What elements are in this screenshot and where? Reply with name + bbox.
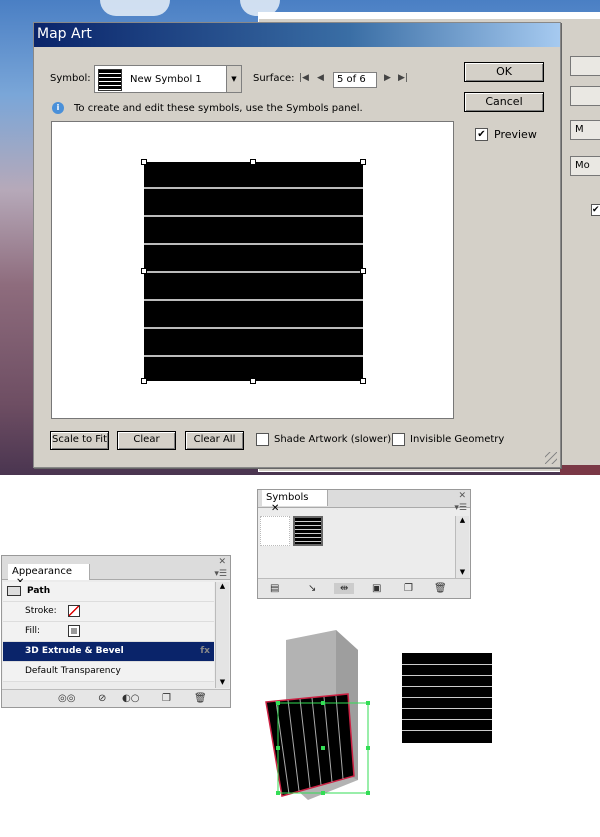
trash-icon[interactable]: 🗑 — [194, 693, 207, 704]
dialog-title: Map Art — [34, 23, 560, 47]
symbol-swatch[interactable] — [260, 516, 290, 546]
bbox-handle[interactable] — [141, 268, 147, 274]
background-button[interactable] — [570, 56, 600, 76]
preview-checkbox[interactable]: ✔ — [475, 128, 488, 141]
extruded-3d-object — [265, 630, 370, 800]
symbol-options-icon[interactable]: ▣ — [372, 583, 381, 594]
panel-menu-icon[interactable]: ▾☰ — [214, 569, 227, 579]
symbol-artwork — [402, 653, 492, 743]
close-icon[interactable]: ✕ — [271, 503, 279, 514]
clear-appearance-icon[interactable]: ⊘ — [98, 693, 106, 704]
invisible-geometry-label: Invisible Geometry — [410, 434, 505, 445]
symbol-libraries-icon[interactable]: ▤ — [270, 583, 279, 594]
first-surface-icon[interactable]: |◀ — [299, 73, 309, 83]
panel-menu-icon[interactable]: ▾☰ — [454, 503, 467, 513]
info-icon: i — [52, 102, 64, 114]
appearance-row-3d-extrude[interactable]: 3D Extrude & Bevel fx — [3, 642, 214, 662]
scrollbar[interactable]: ▲ ▼ — [455, 516, 469, 578]
info-text: To create and edit these symbols, use th… — [74, 103, 363, 114]
bbox-handle[interactable] — [360, 378, 366, 384]
bbox-handle[interactable] — [250, 378, 256, 384]
background-checkbox[interactable]: ✔ — [591, 204, 600, 216]
symbol-dropdown[interactable]: New Symbol 1 — [94, 65, 242, 93]
stroke-swatch[interactable] — [68, 605, 80, 617]
resize-grip-icon[interactable] — [545, 452, 557, 464]
symbol-thumbnail-icon — [98, 69, 122, 91]
tab-appearance[interactable]: Appearance ✕ — [8, 564, 90, 588]
scale-to-fit-button[interactable]: Scale to Fit — [50, 431, 109, 450]
preview-label: Preview — [494, 128, 537, 141]
previous-surface-icon[interactable]: ◀ — [317, 73, 324, 83]
close-icon[interactable]: ✕ — [458, 491, 466, 501]
invisible-geometry-checkbox[interactable] — [392, 433, 405, 446]
reduce-basic-icon[interactable]: ◐○ — [122, 693, 139, 704]
path-icon — [7, 586, 21, 596]
bbox-handle[interactable] — [141, 159, 147, 165]
symbols-panel: Symbols ✕ ✕ ▾☰ ▲ ▼ ▤ ↘ ⇹ ▣ ❐ 🗑 — [257, 489, 471, 599]
appearance-panel: Appearance ✕ ✕ ▾☰ Path Stroke: Fill: 3D … — [1, 555, 231, 708]
fill-swatch[interactable] — [68, 625, 80, 637]
mapped-symbol-art — [144, 162, 363, 381]
symbol-swatch-selected[interactable] — [293, 516, 323, 546]
trash-icon[interactable]: 🗑 — [434, 583, 447, 594]
bbox-handle[interactable] — [360, 268, 366, 274]
close-icon[interactable]: ✕ — [218, 557, 226, 567]
break-link-icon[interactable]: ⇹ — [334, 583, 355, 594]
new-symbol-icon[interactable]: ❐ — [404, 583, 413, 594]
bbox-handle[interactable] — [360, 159, 366, 165]
cloud-decoration — [100, 0, 170, 16]
appearance-row-path[interactable]: Path — [3, 582, 214, 602]
bbox-handle[interactable] — [141, 378, 147, 384]
tab-symbols[interactable]: Symbols ✕ — [262, 490, 328, 514]
fx-icon: fx — [200, 646, 210, 656]
background-button[interactable]: Mo — [570, 156, 600, 176]
ok-button[interactable]: OK — [464, 62, 544, 82]
background-button[interactable] — [570, 86, 600, 106]
desktop-accent — [560, 465, 600, 475]
preview-area[interactable] — [51, 121, 454, 419]
shade-artwork-label: Shade Artwork (slower) — [274, 434, 392, 445]
shade-artwork-checkbox[interactable] — [256, 433, 269, 446]
place-symbol-icon[interactable]: ↘ — [308, 583, 316, 594]
surface-label: Surface: — [253, 73, 295, 84]
bbox-handle[interactable] — [250, 159, 256, 165]
symbol-label: Symbol: — [50, 73, 91, 84]
cancel-button[interactable]: Cancel — [464, 92, 544, 112]
appearance-row-stroke[interactable]: Stroke: — [3, 602, 214, 622]
surface-field[interactable]: 5 of 6 — [333, 72, 377, 88]
symbol-value: New Symbol 1 — [130, 74, 202, 85]
map-art-dialog: Map Art Symbol: New Symbol 1 ▼ Surface: … — [33, 22, 561, 468]
clear-all-button[interactable]: Clear All — [185, 431, 244, 450]
clear-button[interactable]: Clear — [117, 431, 176, 450]
chevron-down-icon[interactable]: ▼ — [226, 65, 242, 93]
next-surface-icon[interactable]: ▶ — [384, 73, 391, 83]
duplicate-item-icon[interactable]: ❐ — [162, 693, 171, 704]
new-art-basic-icon[interactable]: ◎◎ — [58, 693, 75, 704]
appearance-row-fill[interactable]: Fill: — [3, 622, 214, 642]
background-button[interactable]: M — [570, 120, 600, 140]
last-surface-icon[interactable]: ▶| — [398, 73, 408, 83]
scrollbar[interactable]: ▲ ▼ — [215, 582, 229, 688]
appearance-row-transparency[interactable]: Default Transparency — [3, 662, 214, 682]
